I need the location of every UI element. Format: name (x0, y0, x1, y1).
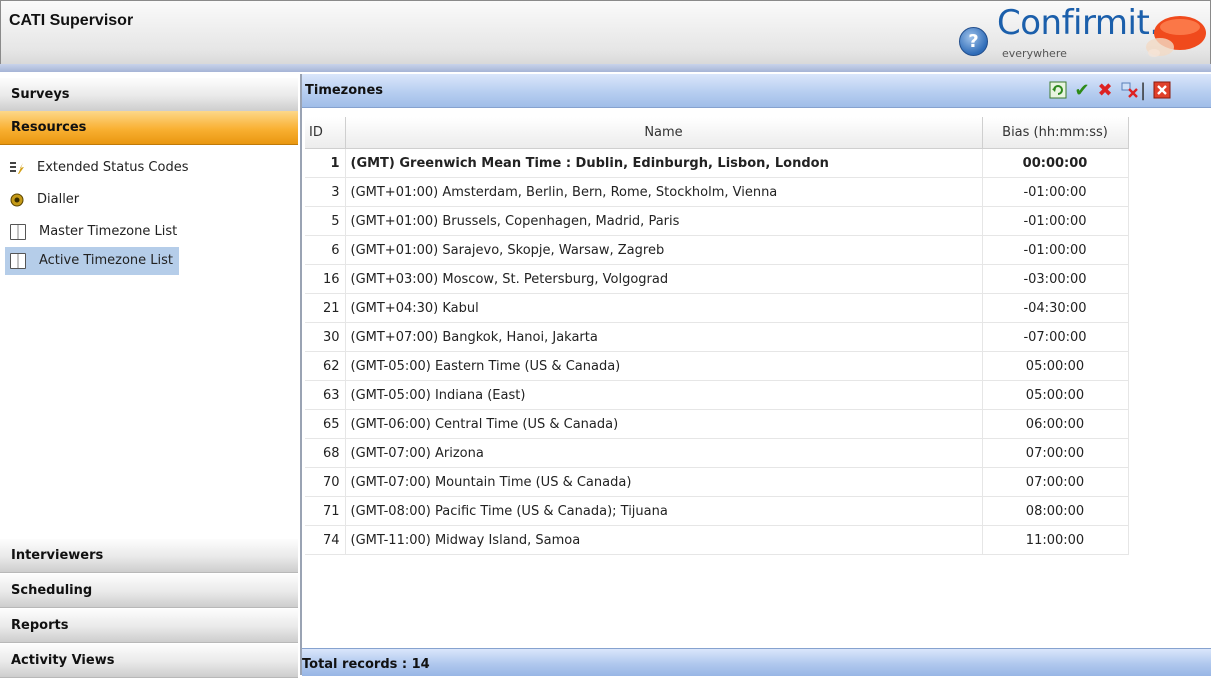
sidebar: Surveys Resources Extended Status Codes … (0, 74, 302, 678)
table-row[interactable]: 74 (GMT-11:00) Midway Island, Samoa 11:00:… (305, 525, 1129, 555)
cell-id: 3 (305, 177, 346, 207)
cell-bias: -01:00:00 (982, 235, 1129, 265)
cell-name: (GMT-08:00) Pacific Time (US & Canada); … (345, 496, 983, 526)
table-row[interactable]: 5 (GMT+01:00) Brussels, Copenhagen, Madri… (305, 206, 1129, 236)
cell-id: 63 (305, 380, 346, 410)
cell-name: (GMT-05:00) Eastern Time (US & Canada) (345, 351, 983, 381)
cell-bias: 07:00:00 (982, 467, 1129, 497)
filter-icon[interactable] (1120, 81, 1140, 101)
app-header: CATI Supervisor ? Confirmit. everywhere (0, 0, 1211, 71)
table-row[interactable]: 3 (GMT+01:00) Amsterdam, Berlin, Bern, Ro… (305, 177, 1129, 207)
sidebar-item-label: Active Timezone List (39, 253, 174, 268)
table-row[interactable]: 16 (GMT+03:00) Moscow, St. Petersburg, Vo… (305, 264, 1129, 294)
status-codes-icon (10, 161, 24, 174)
cell-bias: 07:00:00 (982, 438, 1129, 468)
cell-id: 70 (305, 467, 346, 497)
cell-bias: 05:00:00 (982, 380, 1129, 410)
panel-title: Timezones (305, 83, 383, 98)
panel-title-bar: Timezones ✔ ✖ | (302, 74, 1211, 108)
question-circle-icon[interactable]: ? (959, 27, 988, 56)
speech-bubble-logo-icon (1146, 16, 1206, 57)
total-records-label: Total records : 14 (302, 657, 430, 672)
app-title: CATI Supervisor (9, 12, 134, 29)
cell-id: 21 (305, 293, 346, 323)
sidebar-section-reports[interactable]: Reports (0, 609, 298, 643)
column-header-name[interactable]: Name (345, 117, 983, 149)
table-row[interactable]: 71 (GMT-08:00) Pacific Time (US & Canada)… (305, 496, 1129, 526)
sidebar-section-resources[interactable]: Resources (0, 111, 298, 145)
cell-name: (GMT+01:00) Amsterdam, Berlin, Bern, Rom… (345, 177, 983, 207)
cell-bias: 00:00:00 (982, 148, 1129, 178)
table-row[interactable]: 1 (GMT) Greenwich Mean Time : Dublin, Edi… (305, 148, 1129, 178)
refresh-icon[interactable] (1048, 81, 1068, 101)
cell-id: 65 (305, 409, 346, 439)
cell-name: (GMT-07:00) Mountain Time (US & Canada) (345, 467, 983, 497)
book-icon (10, 223, 26, 240)
table-row[interactable]: 62 (GMT-05:00) Eastern Time (US & Canada)… (305, 351, 1129, 381)
cell-id: 16 (305, 264, 346, 294)
cell-bias: 05:00:00 (982, 351, 1129, 381)
header-divider (0, 64, 1211, 72)
toolbar-separator: | (1140, 80, 1147, 101)
cell-id: 71 (305, 496, 346, 526)
table-header-row: ID Name Bias (hh:mm:ss) (305, 117, 1129, 149)
cell-id: 68 (305, 438, 346, 468)
cell-id: 30 (305, 322, 346, 352)
sidebar-section-scheduling[interactable]: Scheduling (0, 574, 298, 608)
cell-name: (GMT+03:00) Moscow, St. Petersburg, Volg… (345, 264, 983, 294)
sidebar-item-label: Dialler (37, 192, 80, 207)
cell-name: (GMT) Greenwich Mean Time : Dublin, Edin… (345, 148, 983, 178)
cell-bias: -04:30:00 (982, 293, 1129, 323)
cell-name: (GMT-11:00) Midway Island, Samoa (345, 525, 983, 555)
dialler-icon (10, 193, 24, 206)
cell-name: (GMT+07:00) Bangkok, Hanoi, Jakarta (345, 322, 983, 352)
timezone-table: ID Name Bias (hh:mm:ss) 1 (GMT) Greenwich… (305, 117, 1129, 555)
column-header-id[interactable]: ID (305, 117, 346, 149)
sidebar-section-interviewers[interactable]: Interviewers (0, 539, 298, 573)
cell-name: (GMT+04:30) Kabul (345, 293, 983, 323)
table-row[interactable]: 70 (GMT-07:00) Mountain Time (US & Canada… (305, 467, 1129, 497)
table-row[interactable]: 30 (GMT+07:00) Bangkok, Hanoi, Jakarta -07… (305, 322, 1129, 352)
panel-footer: Total records : 14 (302, 648, 1211, 676)
sidebar-item-dialler[interactable]: Dialler (10, 186, 85, 214)
cell-name: (GMT+01:00) Sarajevo, Skopje, Warsaw, Za… (345, 235, 983, 265)
cell-id: 62 (305, 351, 346, 381)
book-icon (10, 252, 26, 269)
brand-tagline: everywhere (1002, 47, 1067, 60)
table-row[interactable]: 63 (GMT-05:00) Indiana (East) 05:00:00 (305, 380, 1129, 410)
sidebar-section-activity-views[interactable]: Activity Views (0, 644, 298, 678)
cell-id: 5 (305, 206, 346, 236)
sidebar-item-label: Extended Status Codes (37, 160, 189, 175)
cell-id: 74 (305, 525, 346, 555)
table-row[interactable]: 68 (GMT-07:00) Arizona 07:00:00 (305, 438, 1129, 468)
cell-bias: -03:00:00 (982, 264, 1129, 294)
sidebar-item-label: Master Timezone List (39, 224, 178, 239)
cell-bias: -01:00:00 (982, 177, 1129, 207)
cell-name: (GMT-07:00) Arizona (345, 438, 983, 468)
close-icon[interactable] (1152, 81, 1172, 101)
cell-id: 1 (305, 148, 346, 178)
table-row[interactable]: 6 (GMT+01:00) Sarajevo, Skopje, Warsaw, Z… (305, 235, 1129, 265)
cell-bias: 06:00:00 (982, 409, 1129, 439)
sidebar-section-surveys[interactable]: Surveys (0, 78, 298, 112)
delete-x-icon[interactable]: ✖ (1095, 81, 1115, 101)
cell-id: 6 (305, 235, 346, 265)
cell-bias: 11:00:00 (982, 525, 1129, 555)
column-header-bias[interactable]: Bias (hh:mm:ss) (982, 117, 1129, 149)
brand-logo-text: Confirmit. (997, 3, 1160, 43)
cell-name: (GMT-06:00) Central Time (US & Canada) (345, 409, 983, 439)
sidebar-item-active-timezone-list[interactable]: Active Timezone List (5, 247, 180, 275)
sidebar-item-extended-status-codes[interactable]: Extended Status Codes (10, 154, 195, 182)
sidebar-item-master-timezone-list[interactable]: Master Timezone List (10, 218, 183, 246)
cell-bias: -01:00:00 (982, 206, 1129, 236)
checkmark-icon[interactable]: ✔ (1072, 81, 1092, 101)
cell-bias: -07:00:00 (982, 322, 1129, 352)
cell-name: (GMT-05:00) Indiana (East) (345, 380, 983, 410)
table-row[interactable]: 21 (GMT+04:30) Kabul -04:30:00 (305, 293, 1129, 323)
table-row[interactable]: 65 (GMT-06:00) Central Time (US & Canada)… (305, 409, 1129, 439)
cell-name: (GMT+01:00) Brussels, Copenhagen, Madrid… (345, 206, 983, 236)
cell-bias: 08:00:00 (982, 496, 1129, 526)
